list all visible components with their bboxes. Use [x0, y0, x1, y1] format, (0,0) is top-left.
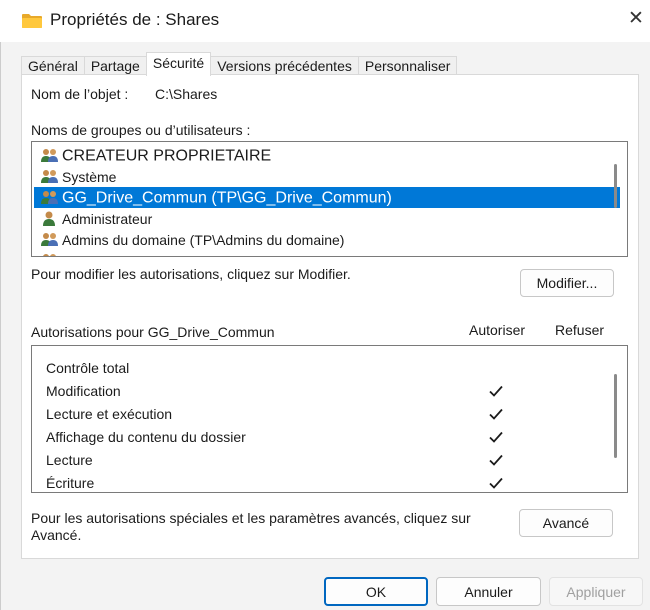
permission-name: Modification — [46, 383, 121, 399]
ok-button[interactable]: OK — [324, 577, 428, 606]
close-button[interactable]: ✕ — [622, 4, 650, 34]
cancel-button[interactable]: Annuler — [436, 577, 541, 606]
tab-strip: Général Partage Sécurité Versions précédent… — [21, 52, 458, 76]
checkmark-icon[interactable] — [487, 382, 505, 400]
permission-name: Contrôle total — [46, 360, 130, 376]
group-item-createur-proprietaire[interactable]: CREATEUR PROPRIETAIRE — [34, 145, 620, 166]
group-icon — [43, 254, 56, 256]
close-icon: ✕ — [628, 8, 644, 29]
group-item-systeme[interactable]: Système — [34, 166, 620, 187]
modify-hint: Pour modifier les autorisations, cliquez… — [31, 266, 351, 282]
permission-name: Lecture — [46, 452, 93, 468]
group-item-gg-drive-commun[interactable]: GG_Drive_Commun (TP\GG_Drive_Commun) — [34, 187, 620, 208]
tab-general[interactable]: Général — [21, 56, 85, 76]
checkmark-icon[interactable] — [487, 451, 505, 469]
properties-dialog: Propriétés de : Shares ✕ Général Partage S… — [0, 0, 650, 610]
group-icon — [41, 170, 58, 184]
tab-personnaliser[interactable]: Personnaliser — [357, 56, 458, 76]
modify-button[interactable]: Modifier... — [520, 269, 614, 297]
permission-row-lecture: Lecture — [46, 449, 626, 471]
groups-listbox[interactable]: CREATEUR PROPRIETAIRE Système GG_Drive_C… — [31, 141, 628, 257]
advanced-button[interactable]: Avancé — [519, 509, 613, 537]
title-bar: Propriétés de : Shares ✕ — [0, 0, 650, 42]
apply-button[interactable]: Appliquer — [549, 577, 643, 606]
group-item-label: Admins du domaine (TP\Admins du domaine) — [62, 231, 345, 248]
checkmark-icon[interactable] — [487, 474, 505, 492]
security-tab-panel: Nom de l’objet : C:\Shares Noms de group… — [21, 74, 639, 559]
group-item-label: Système — [62, 168, 117, 185]
object-name-label: Nom de l’objet : — [31, 86, 129, 102]
deny-column-header: Refuser — [555, 322, 605, 338]
permissions-scrollbar-thumb[interactable] — [614, 374, 617, 458]
permission-row-lecture-execution: Lecture et exécution — [46, 403, 626, 425]
permission-row-modification: Modification — [46, 380, 626, 402]
advanced-hint-line2: Avancé. — [31, 527, 82, 543]
tab-partage[interactable]: Partage — [83, 56, 147, 76]
permission-row-controle-total: Contrôle total — [46, 357, 626, 379]
permission-name: Écriture — [46, 475, 95, 491]
group-icon — [41, 190, 58, 204]
permissions-listbox[interactable]: Contrôle total Modification Lecture et e… — [31, 345, 628, 493]
groups-label: Noms de groupes ou d’utilisateurs : — [31, 122, 251, 138]
permission-row-ecriture: Écriture — [46, 472, 626, 492]
groups-scrollbar-thumb[interactable] — [614, 164, 617, 208]
user-icon — [43, 211, 55, 227]
group-item-label: Administrateur — [62, 210, 153, 227]
group-item-label: GG_Drive_Commun (TP\GG_Drive_Commun) — [62, 189, 392, 207]
permission-row-affichage-contenu: Affichage du contenu du dossier — [46, 426, 626, 448]
group-item-administrateur[interactable]: Administrateur — [34, 208, 620, 229]
group-icon — [41, 148, 58, 162]
tab-securite[interactable]: Sécurité — [145, 52, 212, 76]
window-edge — [0, 42, 1, 610]
advanced-hint-line1: Pour les autorisations spéciales et les … — [31, 510, 471, 526]
tab-versions-precedentes[interactable]: Versions précédentes — [210, 56, 359, 76]
permission-name: Affichage du contenu du dossier — [46, 429, 246, 445]
group-item-admins-du-domaine[interactable]: Admins du domaine (TP\Admins du domaine) — [34, 229, 620, 250]
permissions-label: Autorisations pour GG_Drive_Commun — [31, 324, 275, 340]
checkmark-icon[interactable] — [487, 405, 505, 423]
allow-column-header: Autoriser — [469, 322, 526, 338]
checkmark-icon[interactable] — [487, 428, 505, 446]
permission-name: Lecture et exécution — [46, 406, 173, 422]
object-name-value: C:\Shares — [155, 86, 218, 102]
folder-icon — [22, 14, 42, 28]
group-item-partial — [40, 252, 60, 256]
group-icon — [41, 233, 58, 247]
window-title: Propriétés de : Shares — [50, 10, 220, 29]
group-item-label: CREATEUR PROPRIETAIRE — [62, 147, 272, 165]
